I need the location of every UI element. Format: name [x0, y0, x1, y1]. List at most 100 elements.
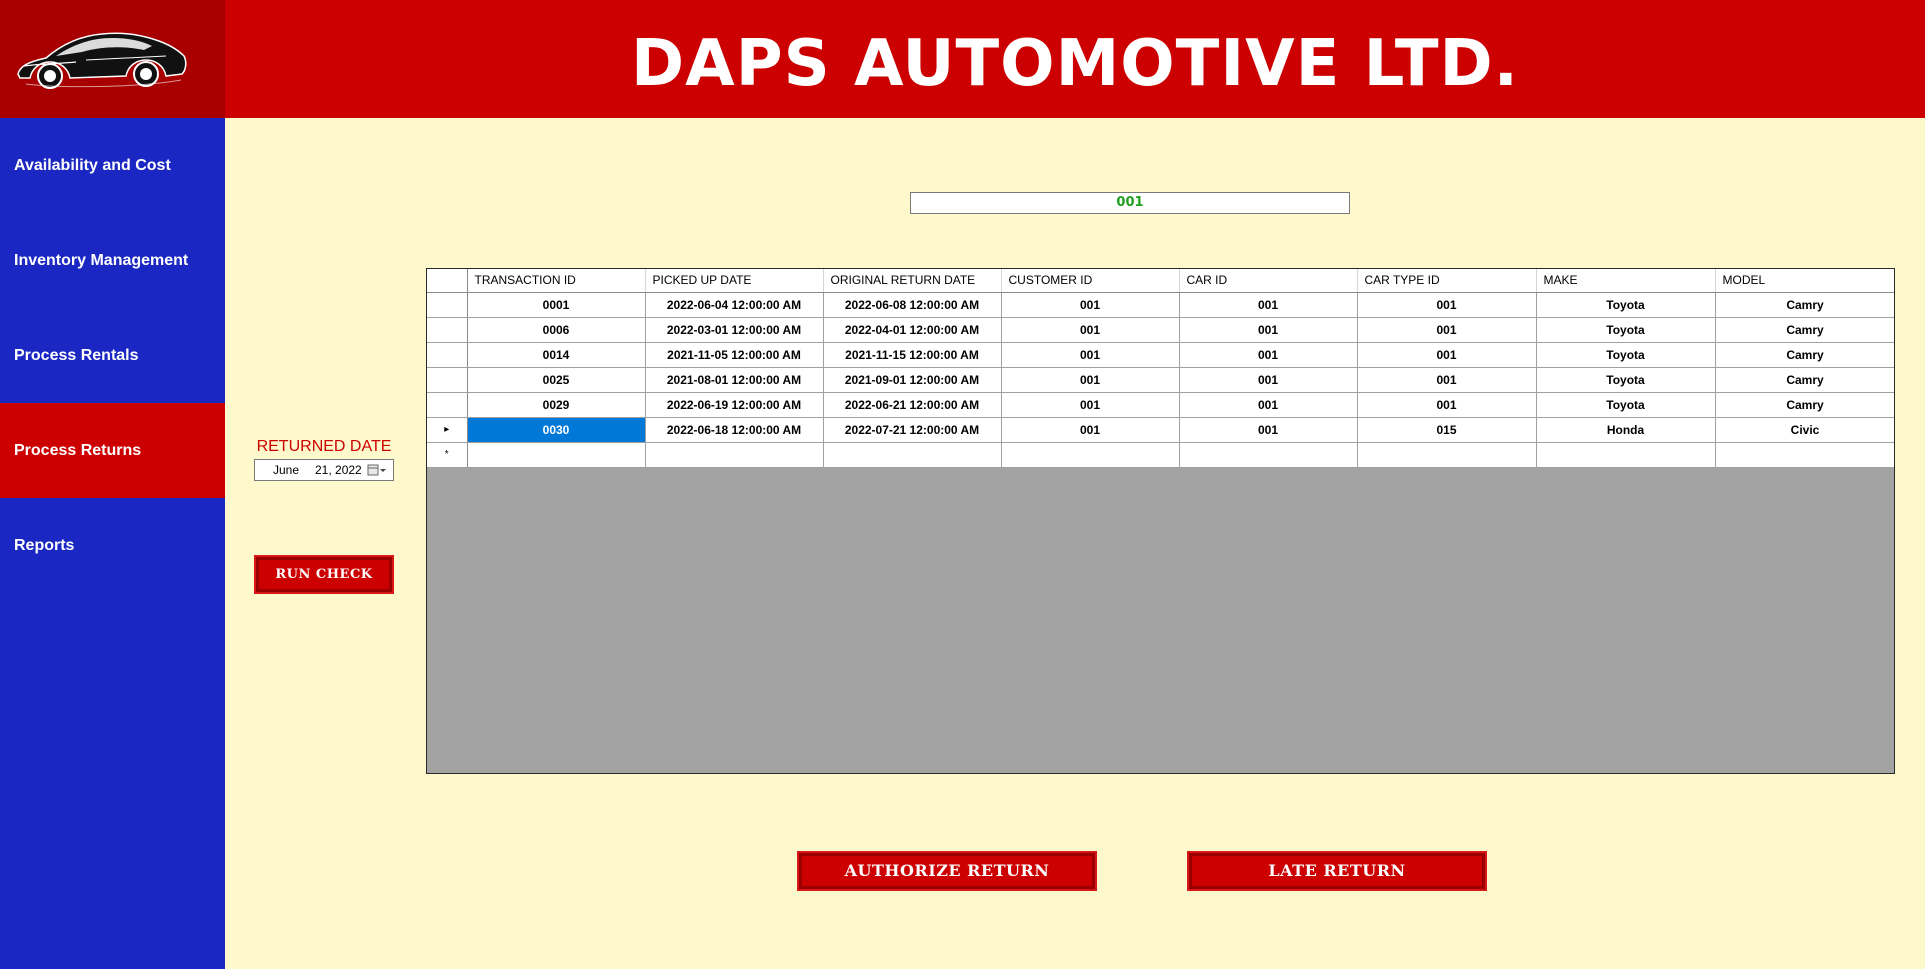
date-picker-day-year: 21, 2022	[315, 463, 362, 477]
cell-car-id[interactable]: 001	[1179, 317, 1358, 343]
cell-transaction-id[interactable]: 0014	[467, 342, 646, 368]
cell-car-type-id[interactable]: 001	[1357, 392, 1537, 418]
cell-car-type-id[interactable]: 001	[1357, 367, 1537, 393]
new-cell[interactable]	[1715, 442, 1894, 468]
cell-make[interactable]: Toyota	[1536, 367, 1716, 393]
cell-make[interactable]: Toyota	[1536, 317, 1716, 343]
column-header-model[interactable]: MODEL	[1715, 269, 1894, 293]
row-header-corner	[427, 269, 468, 293]
sidebar-item-availability-and-cost[interactable]: Availability and Cost	[0, 118, 225, 213]
returns-data-grid[interactable]: TRANSACTION ID PICKED UP DATE ORIGINAL R…	[426, 268, 1895, 774]
column-header-car-type-id[interactable]: CAR TYPE ID	[1357, 269, 1537, 293]
new-cell[interactable]	[1001, 442, 1180, 468]
column-header-picked-up-date[interactable]: PICKED UP DATE	[645, 269, 824, 293]
cell-transaction-id[interactable]: 0006	[467, 317, 646, 343]
cell-customer-id[interactable]: 001	[1001, 317, 1180, 343]
sidebar-item-reports[interactable]: Reports	[0, 498, 225, 593]
cell-model[interactable]: Camry	[1715, 392, 1894, 418]
cell-car-id[interactable]: 001	[1179, 417, 1358, 443]
column-header-make[interactable]: MAKE	[1536, 269, 1716, 293]
cell-car-type-id[interactable]: 001	[1357, 317, 1537, 343]
late-return-button[interactable]: LATE RETURN	[1187, 851, 1487, 891]
grid-header-row: TRANSACTION ID PICKED UP DATE ORIGINAL R…	[427, 269, 1894, 293]
cell-picked-up-date[interactable]: 2021-11-05 12:00:00 AM	[645, 342, 824, 368]
cell-original-return-date[interactable]: 2022-06-21 12:00:00 AM	[823, 392, 1002, 418]
authorize-return-button[interactable]: AUTHORIZE RETURN	[797, 851, 1097, 891]
current-row-indicator[interactable]: ▸	[427, 417, 468, 443]
cell-make[interactable]: Toyota	[1536, 292, 1716, 318]
cell-customer-id[interactable]: 001	[1001, 392, 1180, 418]
app-header: DAPS AUTOMOTIVE LTD.	[225, 0, 1925, 118]
returned-date-picker[interactable]: June 21, 2022	[254, 459, 394, 481]
new-cell[interactable]	[823, 442, 1002, 468]
cell-customer-id[interactable]: 001	[1001, 417, 1180, 443]
row-header[interactable]	[427, 292, 468, 318]
cell-model[interactable]: Camry	[1715, 317, 1894, 343]
cell-car-id[interactable]: 001	[1179, 342, 1358, 368]
cell-original-return-date[interactable]: 2022-06-08 12:00:00 AM	[823, 292, 1002, 318]
new-row-indicator[interactable]: *	[427, 442, 468, 468]
cell-car-type-id[interactable]: 001	[1357, 292, 1537, 318]
table-row[interactable]: 0029 2022-06-19 12:00:00 AM 2022-06-21 1…	[427, 392, 1894, 418]
cell-transaction-id[interactable]: 0029	[467, 392, 646, 418]
cell-picked-up-date[interactable]: 2022-06-19 12:00:00 AM	[645, 392, 824, 418]
new-cell[interactable]	[1357, 442, 1537, 468]
returned-date-label: RETURNED DATE	[256, 438, 392, 455]
cell-make[interactable]: Toyota	[1536, 392, 1716, 418]
new-cell[interactable]	[467, 442, 646, 468]
cell-car-id[interactable]: 001	[1179, 292, 1358, 318]
new-row[interactable]: *	[427, 442, 1894, 468]
cell-model[interactable]: Civic	[1715, 417, 1894, 443]
date-picker-month: June	[273, 463, 300, 477]
row-header[interactable]	[427, 392, 468, 418]
app-title: DAPS AUTOMOTIVE LTD.	[631, 27, 1519, 101]
customer-id-field[interactable]: 001	[910, 192, 1350, 214]
cell-transaction-id[interactable]: 0030	[467, 417, 646, 443]
column-header-transaction-id[interactable]: TRANSACTION ID	[467, 269, 646, 293]
cell-make[interactable]: Toyota	[1536, 342, 1716, 368]
cell-customer-id[interactable]: 001	[1001, 367, 1180, 393]
run-check-button[interactable]: RUN CHECK	[254, 555, 394, 594]
sidebar-item-process-returns[interactable]: Process Returns	[0, 403, 225, 498]
cell-picked-up-date[interactable]: 2021-08-01 12:00:00 AM	[645, 367, 824, 393]
table-row[interactable]: 0006 2022-03-01 12:00:00 AM 2022-04-01 1…	[427, 317, 1894, 343]
row-header[interactable]	[427, 367, 468, 393]
cell-car-type-id[interactable]: 015	[1357, 417, 1537, 443]
logo	[0, 0, 225, 118]
cell-customer-id[interactable]: 001	[1001, 292, 1180, 318]
cell-car-id[interactable]: 001	[1179, 392, 1358, 418]
new-cell[interactable]	[1179, 442, 1358, 468]
cell-picked-up-date[interactable]: 2022-03-01 12:00:00 AM	[645, 317, 824, 343]
new-cell[interactable]	[1536, 442, 1716, 468]
row-header[interactable]	[427, 342, 468, 368]
table-row[interactable]: 0014 2021-11-05 12:00:00 AM 2021-11-15 1…	[427, 342, 1894, 368]
sidebar-item-inventory-management[interactable]: Inventory Management	[0, 213, 225, 308]
table-row-selected[interactable]: ▸ 0030 2022-06-18 12:00:00 AM 2022-07-21…	[427, 417, 1894, 443]
cell-make[interactable]: Honda	[1536, 417, 1716, 443]
calendar-dropdown-icon[interactable]	[367, 463, 387, 477]
cell-car-id[interactable]: 001	[1179, 367, 1358, 393]
cell-model[interactable]: Camry	[1715, 292, 1894, 318]
column-header-car-id[interactable]: CAR ID	[1179, 269, 1358, 293]
cell-car-type-id[interactable]: 001	[1357, 342, 1537, 368]
column-header-original-return-date[interactable]: ORIGINAL RETURN DATE	[823, 269, 1002, 293]
cell-picked-up-date[interactable]: 2022-06-04 12:00:00 AM	[645, 292, 824, 318]
cell-model[interactable]: Camry	[1715, 342, 1894, 368]
cell-customer-id[interactable]: 001	[1001, 342, 1180, 368]
cell-model[interactable]: Camry	[1715, 367, 1894, 393]
table-row[interactable]: 0001 2022-06-04 12:00:00 AM 2022-06-08 1…	[427, 292, 1894, 318]
cell-transaction-id[interactable]: 0025	[467, 367, 646, 393]
cell-picked-up-date[interactable]: 2022-06-18 12:00:00 AM	[645, 417, 824, 443]
table-row[interactable]: 0025 2021-08-01 12:00:00 AM 2021-09-01 1…	[427, 367, 1894, 393]
cell-original-return-date[interactable]: 2022-04-01 12:00:00 AM	[823, 317, 1002, 343]
car-logo-icon	[17, 32, 187, 89]
sidebar: Availability and Cost Inventory Manageme…	[0, 118, 225, 969]
cell-original-return-date[interactable]: 2022-07-21 12:00:00 AM	[823, 417, 1002, 443]
row-header[interactable]	[427, 317, 468, 343]
cell-transaction-id[interactable]: 0001	[467, 292, 646, 318]
column-header-customer-id[interactable]: CUSTOMER ID	[1001, 269, 1180, 293]
cell-original-return-date[interactable]: 2021-11-15 12:00:00 AM	[823, 342, 1002, 368]
cell-original-return-date[interactable]: 2021-09-01 12:00:00 AM	[823, 367, 1002, 393]
sidebar-item-process-rentals[interactable]: Process Rentals	[0, 308, 225, 403]
new-cell[interactable]	[645, 442, 824, 468]
